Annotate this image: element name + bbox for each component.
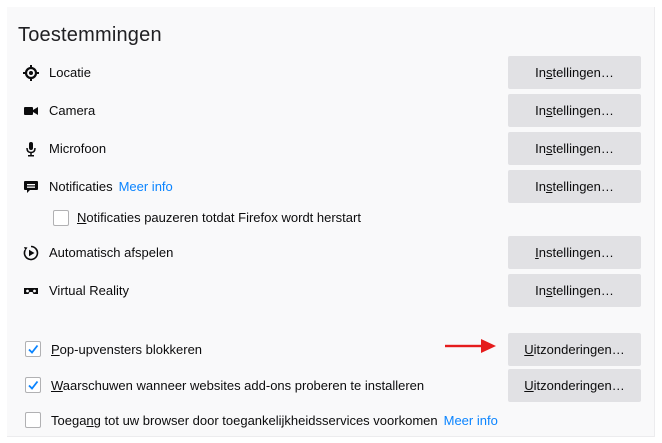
notification-icon <box>23 179 39 195</box>
permission-label: Camera <box>49 103 96 118</box>
popup-exceptions-button[interactable]: Uitzonderingen… <box>508 333 641 366</box>
permission-row-vr: Virtual Reality Instellingen… <box>7 274 654 308</box>
block-accessibility-label[interactable]: Toegang tot uw browser door toegankelijk… <box>51 413 438 428</box>
permission-label: Notificaties <box>49 179 113 194</box>
location-settings-button[interactable]: Instellingen… <box>508 56 641 89</box>
permission-row-microphone: Microfoon Instellingen… <box>7 132 654 166</box>
vr-headset-icon <box>23 283 39 299</box>
permission-label: Automatisch afspelen <box>49 245 174 260</box>
microphone-settings-button[interactable]: Instellingen… <box>508 132 641 165</box>
permission-row-location: Locatie Instellingen… <box>7 56 654 90</box>
permission-label: Microfoon <box>49 141 107 156</box>
accessibility-more-info-link[interactable]: Meer info <box>444 413 498 428</box>
permission-row-autoplay: Automatisch afspelen Instellingen… <box>7 236 654 270</box>
section-title: Toestemmingen <box>18 24 162 46</box>
permission-label: Locatie <box>49 65 91 80</box>
red-arrow-icon <box>445 339 496 353</box>
notifications-settings-button[interactable]: Instellingen… <box>508 170 641 203</box>
block-accessibility-checkbox[interactable] <box>25 412 41 428</box>
vr-settings-button[interactable]: Instellingen… <box>508 274 641 307</box>
block-popups-checkbox[interactable] <box>25 341 41 357</box>
block-popups-label[interactable]: Pop-upvensters blokkeren <box>51 342 202 357</box>
camera-icon <box>23 103 39 119</box>
checkmark-icon <box>28 380 39 390</box>
notifications-more-info-link[interactable]: Meer info <box>119 179 173 194</box>
camera-settings-button[interactable]: Instellingen… <box>508 94 641 127</box>
addons-exceptions-button[interactable]: Uitzonderingen… <box>508 369 641 402</box>
microphone-icon <box>23 141 39 157</box>
checkmark-icon <box>28 344 39 354</box>
autoplay-icon <box>23 245 39 261</box>
autoplay-settings-button[interactable]: Instellingen… <box>508 236 641 269</box>
pause-notifications-label[interactable]: Notificaties pauzeren totdat Firefox wor… <box>77 210 361 225</box>
pause-notifications-checkbox[interactable] <box>53 210 69 226</box>
location-icon <box>23 65 39 81</box>
warn-addons-checkbox[interactable] <box>25 377 41 393</box>
warn-addons-label[interactable]: Waarschuwen wanneer websites add-ons pro… <box>51 378 424 393</box>
permissions-panel: Toestemmingen Locatie Instellingen… Came… <box>7 7 655 437</box>
permission-label: Virtual Reality <box>49 283 129 298</box>
permission-row-notifications: Notificaties Meer info Instellingen… <box>7 170 654 204</box>
permission-row-camera: Camera Instellingen… <box>7 94 654 128</box>
